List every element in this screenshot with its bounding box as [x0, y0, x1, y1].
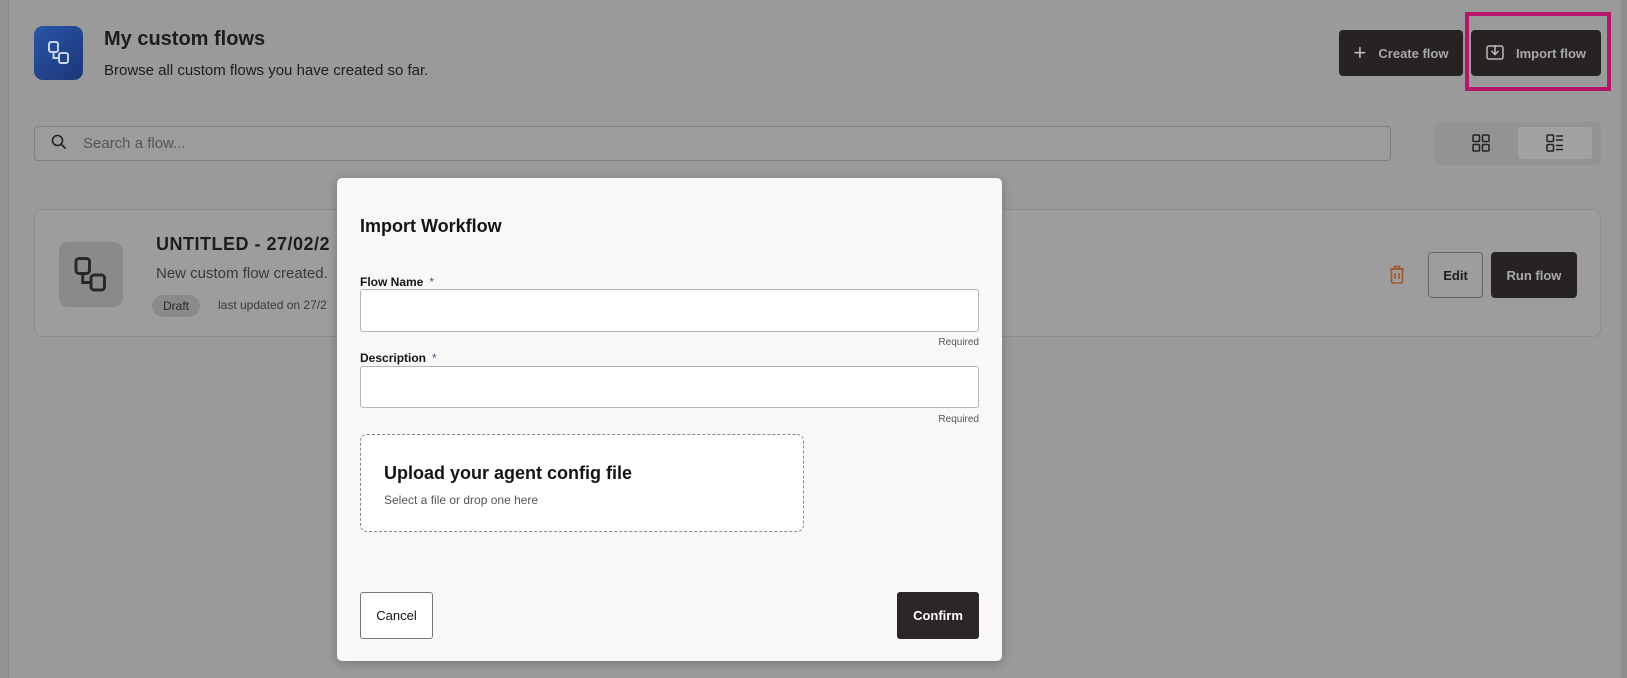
confirm-button[interactable]: Confirm	[897, 592, 979, 639]
flow-description: New custom flow created.	[156, 265, 328, 282]
cancel-button[interactable]: Cancel	[360, 592, 433, 639]
edit-button[interactable]: Edit	[1428, 252, 1483, 298]
list-view-button[interactable]	[1518, 127, 1592, 159]
upload-title: Upload your agent config file	[384, 463, 633, 483]
required-asterisk: *	[429, 275, 435, 289]
list-icon	[1546, 134, 1563, 152]
flows-logo-icon	[34, 26, 83, 80]
description-label-text: Description	[360, 351, 427, 365]
flow-title[interactable]: UNTITLED - 27/02/2	[156, 234, 330, 255]
status-badge: Draft	[152, 295, 201, 317]
search-icon	[51, 134, 67, 154]
create-flow-button[interactable]: + Create flow	[1339, 30, 1463, 76]
dialog-title: Import Workflow	[360, 216, 502, 236]
description-required-hint: Required	[938, 414, 979, 425]
view-toggle	[1434, 122, 1601, 165]
file-upload-dropzone[interactable]: Upload your agent config file Select a f…	[360, 434, 804, 532]
grid-icon	[1472, 134, 1490, 152]
page-subtitle: Browse all custom flows you have created…	[104, 62, 429, 79]
run-flow-button[interactable]: Run flow	[1491, 252, 1577, 298]
description-input[interactable]	[360, 366, 979, 408]
import-workflow-dialog: Import Workflow Flow Name * Required Desc…	[337, 178, 1002, 661]
search-placeholder: Search a flow...	[83, 135, 186, 152]
highlight-box	[1465, 12, 1611, 91]
right-scrollbar[interactable]	[1621, 0, 1627, 678]
trash-icon[interactable]	[1389, 265, 1405, 289]
grid-view-button[interactable]	[1444, 127, 1518, 159]
search-input[interactable]: Search a flow...	[34, 126, 1391, 161]
left-scrollbar[interactable]	[0, 0, 9, 678]
flow-name-label-text: Flow Name	[360, 275, 424, 289]
upload-subtitle: Select a file or drop one here	[384, 493, 539, 507]
flow-name-input[interactable]	[360, 289, 979, 332]
flow-name-label: Flow Name *	[360, 275, 434, 289]
flow-name-required-hint: Required	[938, 337, 979, 348]
last-updated: last updated on 27/2	[218, 298, 327, 312]
description-label: Description *	[360, 351, 437, 365]
page-title: My custom flows	[104, 28, 266, 50]
required-asterisk: *	[432, 351, 437, 365]
flow-icon	[59, 242, 123, 307]
create-flow-label: Create flow	[1378, 45, 1449, 61]
plus-icon: +	[1353, 40, 1367, 65]
